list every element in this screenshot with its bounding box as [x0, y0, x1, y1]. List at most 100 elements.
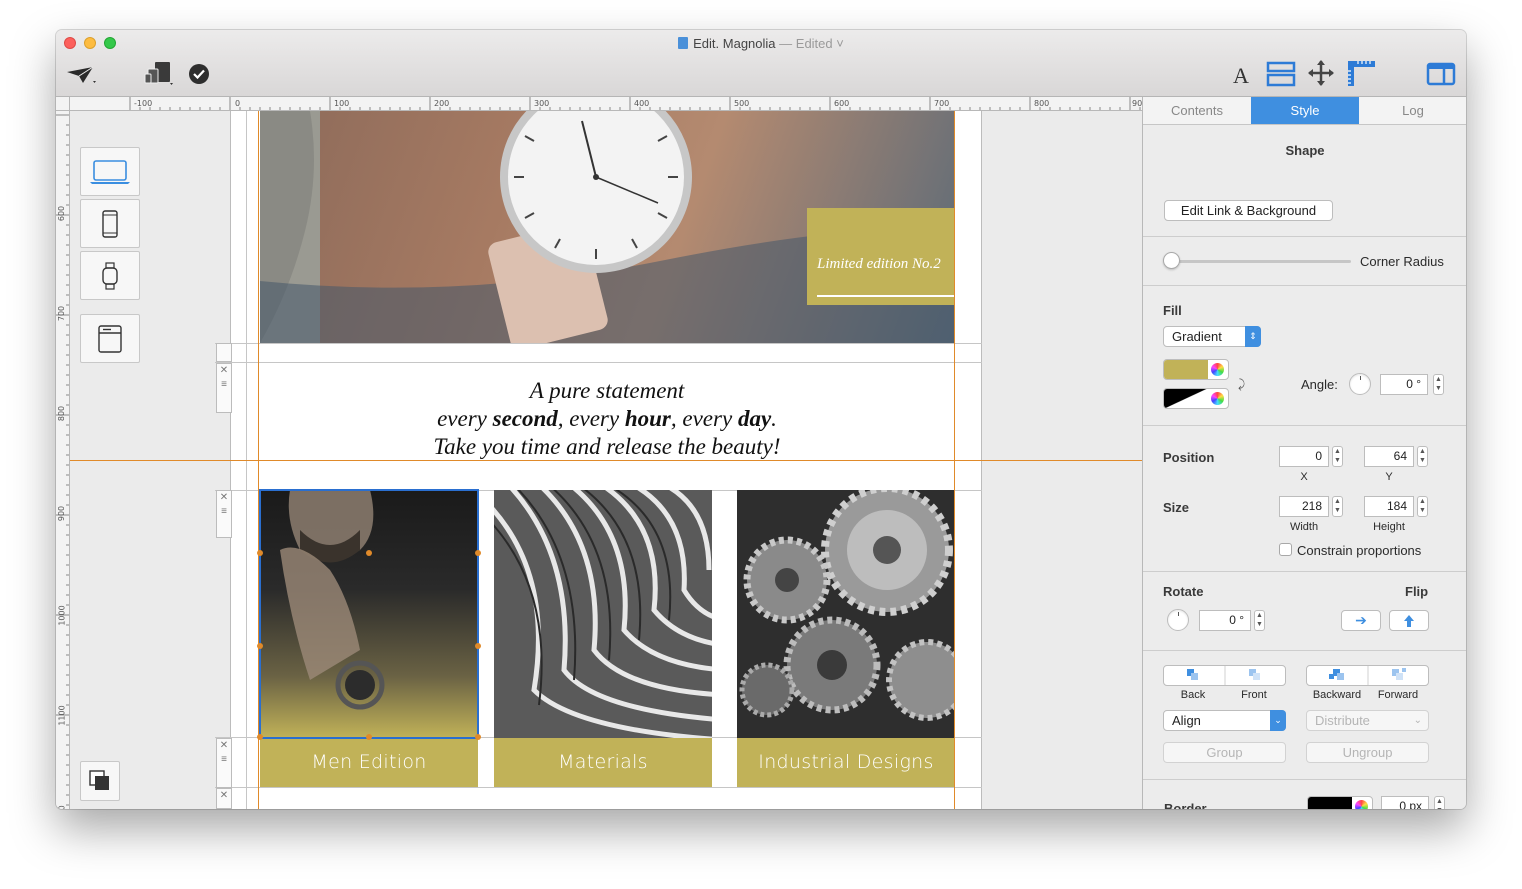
- chevron-down-icon: ⌄: [1270, 710, 1286, 731]
- border-width-stepper[interactable]: ▲▼: [1434, 796, 1445, 809]
- flip-vertical-button[interactable]: [1389, 610, 1429, 631]
- tab-contents[interactable]: Contents: [1143, 97, 1251, 124]
- drag-handle-icon[interactable]: ≡: [221, 378, 227, 392]
- selection-frame[interactable]: [259, 489, 479, 739]
- corner-radius-slider[interactable]: [1163, 252, 1180, 269]
- forward-label[interactable]: Forward: [1367, 689, 1429, 701]
- device-window-button[interactable]: [80, 314, 140, 363]
- rotate-stepper[interactable]: ▲ ▼: [1254, 610, 1265, 631]
- resize-handle[interactable]: [366, 734, 372, 740]
- tab-log[interactable]: Log: [1359, 97, 1466, 124]
- resize-handle[interactable]: [475, 734, 481, 740]
- statement-part: , every: [670, 406, 738, 431]
- angle-input[interactable]: 0 °: [1380, 374, 1428, 395]
- device-phone-button[interactable]: [80, 199, 140, 248]
- card-caption[interactable]: Men Edition: [260, 738, 478, 787]
- corner-radius-track[interactable]: [1171, 260, 1351, 263]
- ruler-top[interactable]: -100 0 100 200 300 400 500 600 700 800 9…: [70, 97, 1142, 111]
- ruler-label: 700: [57, 305, 67, 322]
- height-stepper[interactable]: ▲ ▼: [1417, 496, 1428, 517]
- group-button[interactable]: Group: [1163, 742, 1286, 763]
- ruler-label: 600: [57, 205, 67, 222]
- device-desktop-button[interactable]: [80, 147, 140, 196]
- resize-handle[interactable]: [475, 550, 481, 556]
- row-handle[interactable]: [216, 343, 232, 362]
- fill-color-2[interactable]: [1163, 388, 1229, 409]
- row-handle[interactable]: ✕ ≡: [216, 490, 232, 538]
- color-wheel-icon[interactable]: [1210, 362, 1225, 377]
- resize-handle[interactable]: [257, 734, 263, 740]
- devices-icon[interactable]: [142, 60, 176, 88]
- width-stepper[interactable]: ▲ ▼: [1332, 496, 1343, 517]
- ungroup-button[interactable]: Ungroup: [1306, 742, 1429, 763]
- distribute-select[interactable]: Distribute ⌄: [1306, 710, 1429, 731]
- rotate-input[interactable]: 0 °: [1199, 610, 1251, 631]
- ruler-label: 1100: [57, 705, 67, 726]
- distribute-value: Distribute: [1315, 713, 1370, 728]
- checkmark-icon[interactable]: [188, 62, 210, 86]
- resize-handle[interactable]: [366, 550, 372, 556]
- fill-color-1[interactable]: [1163, 359, 1229, 380]
- layers-button[interactable]: [80, 761, 120, 801]
- layout-icon[interactable]: [1264, 60, 1298, 88]
- edited-status[interactable]: — Edited ˅: [779, 36, 844, 51]
- backward-label[interactable]: Backward: [1306, 689, 1368, 701]
- width-input[interactable]: 218: [1279, 496, 1329, 517]
- flip-horizontal-button[interactable]: ➔: [1341, 610, 1381, 631]
- close-icon[interactable]: ✕: [220, 739, 228, 753]
- resize-handle[interactable]: [257, 550, 263, 556]
- drag-handle-icon[interactable]: ≡: [221, 753, 227, 767]
- position-y-input[interactable]: 64: [1364, 446, 1414, 467]
- constrain-checkbox[interactable]: [1279, 543, 1292, 556]
- corner-radius-label: Corner Radius: [1360, 254, 1444, 269]
- sidebar-icon[interactable]: [1424, 60, 1458, 88]
- ruler-left[interactable]: 600 700 800 900 1000 1100 1200: [56, 111, 70, 809]
- position-x-stepper[interactable]: ▲ ▼: [1332, 446, 1343, 467]
- resize-handle[interactable]: [257, 643, 263, 649]
- font-icon[interactable]: A: [1228, 62, 1254, 88]
- back-label[interactable]: Back: [1163, 689, 1223, 701]
- height-input[interactable]: 184: [1364, 496, 1414, 517]
- swap-colors-icon[interactable]: ⤸: [1238, 377, 1245, 392]
- color-wheel-icon[interactable]: [1354, 799, 1369, 809]
- move-icon[interactable]: [1306, 58, 1336, 88]
- card-industrial-image[interactable]: [737, 490, 955, 738]
- tab-style[interactable]: Style: [1251, 97, 1359, 124]
- guide-horizontal[interactable]: [70, 460, 1142, 461]
- card-materials-image[interactable]: [494, 490, 712, 738]
- height-label: Height: [1373, 521, 1405, 533]
- row-handle[interactable]: ✕ ≡: [216, 738, 232, 788]
- border-color[interactable]: [1307, 796, 1373, 809]
- edit-link-background-button[interactable]: Edit Link & Background: [1164, 200, 1333, 221]
- statement-text[interactable]: A pure statement every second, every hou…: [260, 377, 954, 461]
- resize-handle[interactable]: [475, 643, 481, 649]
- angle-dial[interactable]: [1349, 373, 1371, 395]
- close-icon[interactable]: ✕: [220, 364, 228, 378]
- send-icon[interactable]: [64, 62, 98, 88]
- hero-image[interactable]: Limited edition No.2: [260, 111, 954, 343]
- position-x-input[interactable]: 0: [1279, 446, 1329, 467]
- border-width-input[interactable]: 0 px: [1381, 796, 1429, 809]
- fill-type-select[interactable]: Gradient ⇕: [1163, 326, 1261, 347]
- limited-edition-badge[interactable]: Limited edition No.2: [807, 208, 954, 305]
- rotate-dial[interactable]: [1167, 609, 1189, 631]
- row-handle[interactable]: ✕: [216, 788, 232, 809]
- width-label: Width: [1289, 521, 1319, 533]
- close-icon[interactable]: ✕: [220, 491, 228, 505]
- card-caption[interactable]: Industrial Designs: [737, 738, 955, 787]
- front-label[interactable]: Front: [1224, 689, 1284, 701]
- drag-handle-icon[interactable]: ≡: [221, 505, 227, 519]
- position-y-stepper[interactable]: ▲ ▼: [1417, 446, 1428, 467]
- card-caption[interactable]: Materials: [494, 738, 712, 787]
- device-watch-button[interactable]: [80, 251, 140, 300]
- color-wheel-icon[interactable]: [1210, 391, 1225, 406]
- ruler-label: 600: [834, 99, 850, 108]
- canvas[interactable]: ✕ ≡ ✕ ≡ ✕ ≡ ✕ Limited edition No.2 A pur…: [70, 111, 1142, 809]
- angle-stepper[interactable]: ▲ ▼: [1433, 374, 1444, 395]
- statement-bold: hour: [624, 406, 671, 431]
- align-select[interactable]: Align ⌄: [1163, 710, 1286, 731]
- row-handle[interactable]: ✕ ≡: [216, 363, 232, 413]
- close-icon[interactable]: ✕: [220, 789, 228, 803]
- ruler-icon[interactable]: [1344, 58, 1378, 88]
- back-front-group: [1163, 665, 1286, 686]
